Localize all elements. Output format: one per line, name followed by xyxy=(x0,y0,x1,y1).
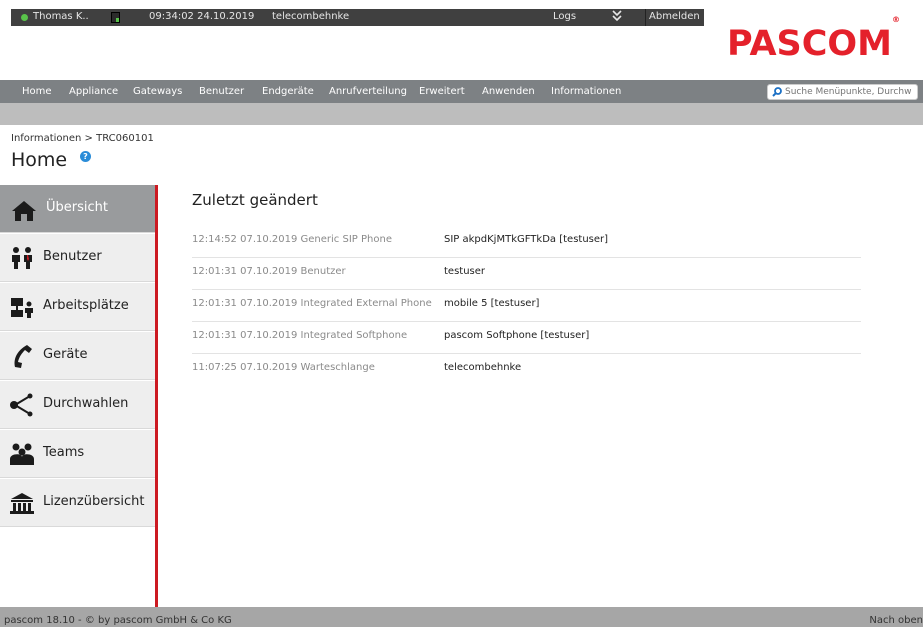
top-status-bar: Thomas K.. 09:34:02 24.10.2019 telecombe… xyxy=(11,9,704,26)
chevron-down-icon[interactable] xyxy=(612,9,622,26)
phone-icon xyxy=(14,345,32,368)
divider xyxy=(645,9,646,26)
sidebar-item-label: Übersicht xyxy=(46,200,108,215)
nav-erweitert[interactable]: Erweitert xyxy=(419,86,465,97)
change-meta: 12:01:31 07.10.2019 Benutzer xyxy=(192,266,346,277)
sidebar-item-label: Durchwahlen xyxy=(43,396,129,411)
change-meta: 11:07:25 07.10.2019 Warteschlange xyxy=(192,362,375,373)
sidebar: Übersicht Benutzer Arbeitsplätze Geräte … xyxy=(0,185,155,527)
sidebar-divider xyxy=(155,185,158,607)
sidebar-item-benutzer[interactable]: Benutzer xyxy=(0,234,155,282)
sidebar-item-durchwahlen[interactable]: Durchwahlen xyxy=(0,381,155,429)
change-link[interactable]: SIP akpdKjMTkGFTkDa [testuser] xyxy=(444,234,608,245)
help-icon[interactable]: ? xyxy=(80,151,91,162)
nav-anwenden[interactable]: Anwenden xyxy=(482,86,535,97)
team-icon xyxy=(10,443,34,465)
menu-search[interactable] xyxy=(767,84,918,100)
pascom-logo[interactable]: PASCOM® xyxy=(727,15,900,64)
nav-anrufverteilung[interactable]: Anrufverteilung xyxy=(329,86,407,97)
nav-home[interactable]: Home xyxy=(22,86,52,97)
nav-gateways[interactable]: Gateways xyxy=(133,86,182,97)
change-link[interactable]: telecombehnke xyxy=(444,362,521,373)
bank-icon xyxy=(10,493,34,514)
sidebar-item-arbeitsplaetze[interactable]: Arbeitsplätze xyxy=(0,283,155,331)
list-item: 12:01:31 07.10.2019 Benutzer testuser xyxy=(192,258,861,290)
sidebar-item-label: Teams xyxy=(43,445,85,460)
sidebar-item-label: Arbeitsplätze xyxy=(43,298,129,313)
sub-nav-bar xyxy=(0,103,923,125)
page-title: Home xyxy=(11,149,68,171)
presence-icon[interactable] xyxy=(111,12,120,23)
footer: pascom 18.10 - © by pascom GmbH & Co KG … xyxy=(0,607,923,627)
copyright: pascom 18.10 - © by pascom GmbH & Co KG xyxy=(4,615,232,626)
nav-benutzer[interactable]: Benutzer xyxy=(199,86,244,97)
clock: 09:34:02 24.10.2019 xyxy=(149,11,255,22)
workstation-icon xyxy=(11,298,33,318)
nav-appliance[interactable]: Appliance xyxy=(69,86,118,97)
change-meta: 12:01:31 07.10.2019 Integrated Softphone xyxy=(192,330,408,341)
host-name: telecombehnke xyxy=(272,11,350,22)
nav-endgeraete[interactable]: Endgeräte xyxy=(262,86,314,97)
change-meta: 12:14:52 07.10.2019 Generic SIP Phone xyxy=(192,234,392,245)
home-icon xyxy=(12,201,36,221)
share-icon xyxy=(10,393,33,417)
list-item: 12:01:31 07.10.2019 Integrated External … xyxy=(192,290,861,322)
change-meta: 12:01:31 07.10.2019 Integrated External … xyxy=(192,298,432,309)
current-user[interactable]: Thomas K.. xyxy=(33,11,89,22)
sidebar-item-teams[interactable]: Teams xyxy=(0,430,155,478)
sidebar-item-lizenzuebersicht[interactable]: Lizenzübersicht xyxy=(0,479,155,527)
change-link[interactable]: pascom Softphone [testuser] xyxy=(444,330,589,341)
sidebar-item-label: Benutzer xyxy=(43,249,102,264)
change-link[interactable]: mobile 5 [testuser] xyxy=(444,298,539,309)
search-input[interactable] xyxy=(785,85,917,99)
list-item: 12:01:31 07.10.2019 Integrated Softphone… xyxy=(192,322,861,354)
list-item: 12:14:52 07.10.2019 Generic SIP Phone SI… xyxy=(192,226,861,258)
sidebar-item-uebersicht[interactable]: Übersicht xyxy=(0,185,155,233)
users-icon xyxy=(12,247,32,269)
section-title: Zuletzt geändert xyxy=(192,191,318,209)
sidebar-item-label: Geräte xyxy=(43,347,88,362)
change-link[interactable]: testuser xyxy=(444,266,485,277)
breadcrumb[interactable]: Informationen > TRC060101 xyxy=(11,133,154,144)
logs-link[interactable]: Logs xyxy=(553,11,576,22)
sidebar-item-label: Lizenzübersicht xyxy=(43,494,145,509)
logout-link[interactable]: Abmelden xyxy=(649,11,700,22)
back-to-top-link[interactable]: Nach oben xyxy=(869,615,923,626)
list-item: 11:07:25 07.10.2019 Warteschlange teleco… xyxy=(192,354,861,386)
sidebar-item-geraete[interactable]: Geräte xyxy=(0,332,155,380)
search-icon xyxy=(772,87,782,97)
online-status-icon xyxy=(21,14,28,21)
nav-informationen[interactable]: Informationen xyxy=(551,86,621,97)
